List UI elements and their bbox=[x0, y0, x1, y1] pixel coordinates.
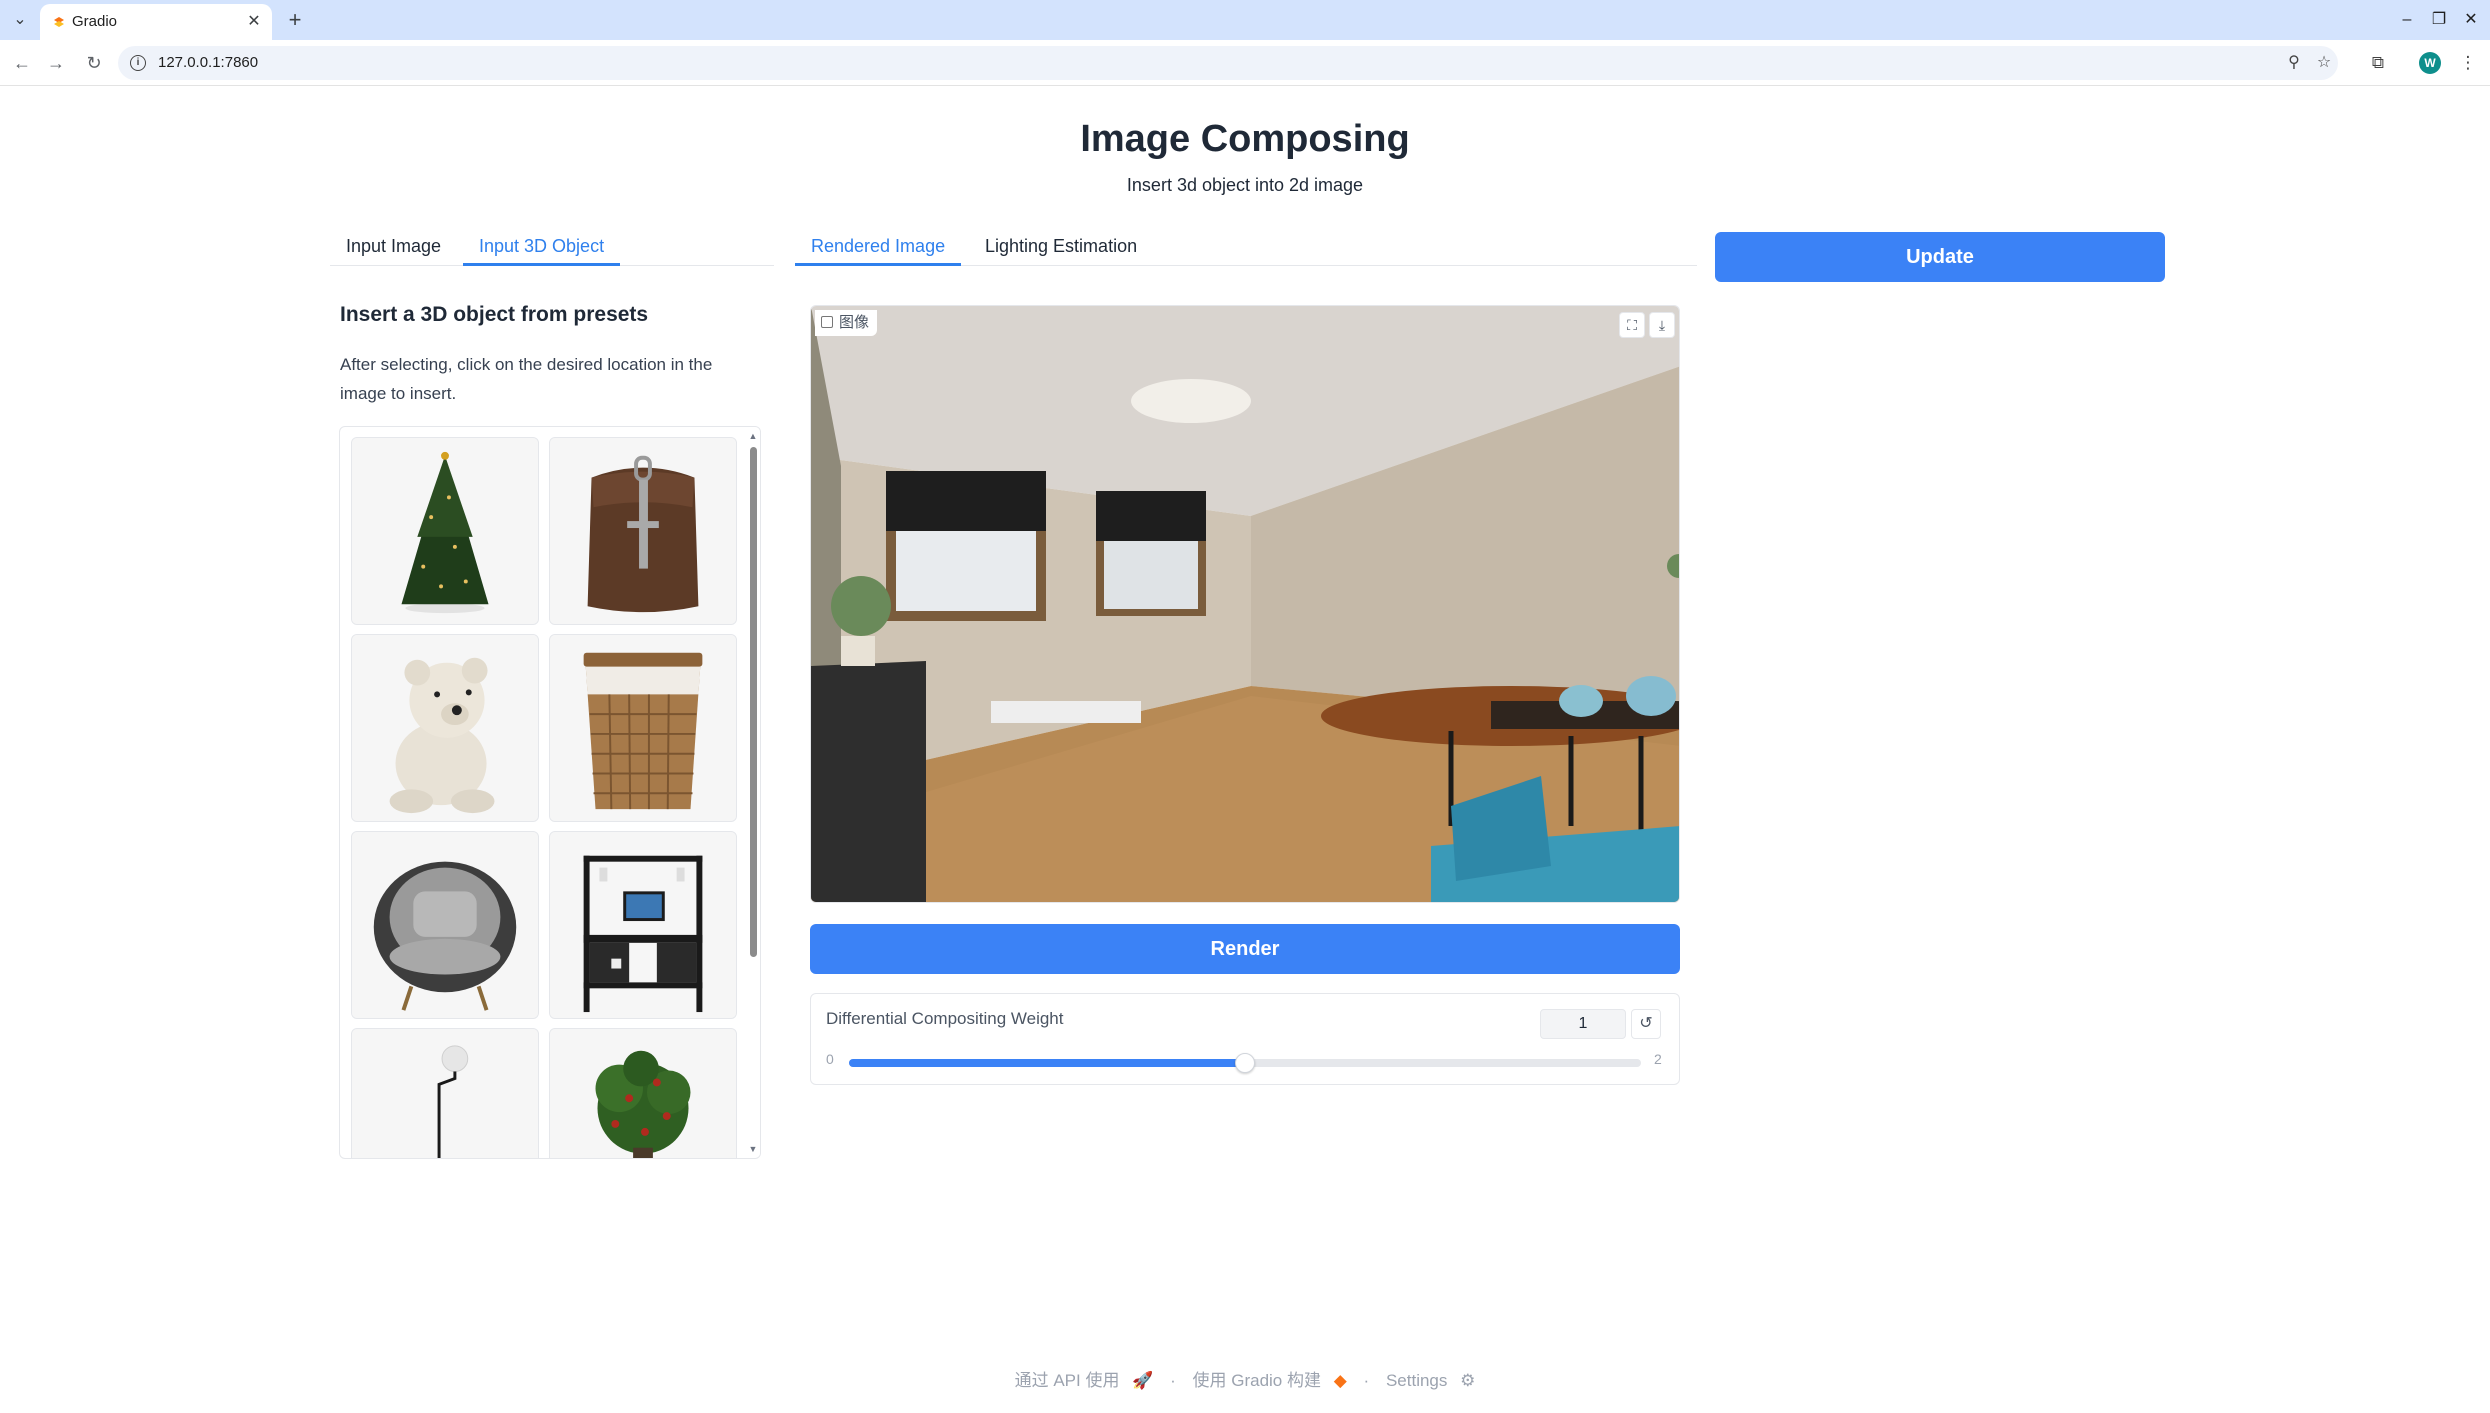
left-tabbar: Input Image Input 3D Object bbox=[330, 226, 774, 266]
presets-description: After selecting, click on the desired lo… bbox=[340, 355, 713, 403]
tab-title: Gradio bbox=[72, 13, 118, 30]
christmas-tree-icon bbox=[352, 438, 538, 624]
footer-settings-text: Settings bbox=[1385, 1371, 1448, 1390]
tab-lighting-estimation[interactable]: Lighting Estimation bbox=[969, 226, 1153, 266]
slider-number-input[interactable]: 1 bbox=[1540, 1009, 1626, 1039]
footer-api-link[interactable]: 通过 API 使用 🚀 bbox=[1011, 1371, 1158, 1390]
browser-tab[interactable]: Gradio ✕ bbox=[40, 4, 272, 40]
middle-tabbar: Rendered Image Lighting Estimation bbox=[795, 226, 1697, 266]
potted-plant-icon bbox=[550, 1029, 736, 1158]
tab-input-image[interactable]: Input Image bbox=[330, 226, 457, 266]
update-button[interactable]: Update bbox=[1715, 232, 2165, 282]
address-bar[interactable]: i 127.0.0.1:7860 ⚲ ☆ bbox=[118, 46, 2338, 80]
slider-handle[interactable] bbox=[1235, 1053, 1255, 1073]
teddy-bear-icon bbox=[352, 635, 538, 821]
image-icon bbox=[821, 316, 833, 328]
rendered-image-panel[interactable]: 图像 ⛶ ⤓ bbox=[810, 305, 1680, 903]
compositing-weight-slider-block: Differential Compositing Weight 1 ↺ 0 2 bbox=[810, 993, 1680, 1085]
settings-gear-icon: ⚙ bbox=[1460, 1371, 1476, 1390]
image-label: 图像 bbox=[815, 310, 878, 336]
slider-label: Differential Compositing Weight bbox=[826, 1009, 1064, 1028]
scroll-up-icon[interactable]: ▲ bbox=[748, 431, 758, 441]
gradio-favicon-icon bbox=[54, 17, 64, 27]
desk-shelf-icon bbox=[550, 832, 736, 1018]
back-icon[interactable]: ← bbox=[8, 49, 36, 77]
fullscreen-icon[interactable]: ⛶ bbox=[1619, 312, 1645, 338]
reset-icon[interactable]: ↺ bbox=[1631, 1009, 1661, 1039]
preset-potted-plant[interactable] bbox=[549, 1028, 737, 1158]
site-info-icon[interactable]: i bbox=[130, 55, 146, 71]
rendered-room-image bbox=[811, 306, 1679, 902]
profile-avatar[interactable]: W bbox=[2419, 52, 2441, 74]
floor-lamp-icon bbox=[352, 1029, 538, 1158]
slider-track[interactable] bbox=[849, 1053, 1641, 1073]
armchair-icon bbox=[352, 832, 538, 1018]
backpack-icon bbox=[550, 438, 736, 624]
tab-input-3d-object[interactable]: Input 3D Object bbox=[463, 226, 621, 266]
reload-icon[interactable]: ↻ bbox=[80, 49, 108, 77]
render-button[interactable]: Render bbox=[810, 924, 1680, 974]
footer-built-text: 使用 Gradio 构建 bbox=[1192, 1371, 1321, 1390]
close-window-icon[interactable]: ✕ bbox=[2456, 6, 2486, 34]
footer-separator: · bbox=[1363, 1371, 1370, 1390]
page-title: Image Composing bbox=[1080, 118, 1410, 160]
url-text[interactable]: 127.0.0.1:7860 bbox=[158, 54, 258, 71]
footer-gradio-link[interactable]: 使用 Gradio 构建 ◆ bbox=[1189, 1371, 1351, 1390]
page-subtitle: Insert 3d object into 2d image bbox=[1126, 175, 1364, 195]
new-tab-icon[interactable]: + bbox=[282, 7, 308, 33]
browser-toolbar: ← → ↻ i 127.0.0.1:7860 ⚲ ☆ ⧉ W ⋮ bbox=[0, 40, 2490, 86]
forward-icon[interactable]: → bbox=[42, 49, 70, 77]
footer: 通过 API 使用 🚀 · 使用 Gradio 构建 ◆ · Settings … bbox=[0, 1366, 2490, 1391]
preset-desk-shelf[interactable] bbox=[549, 831, 737, 1019]
tab-search-icon[interactable]: ⌄ bbox=[8, 8, 32, 32]
close-tab-icon[interactable]: ✕ bbox=[244, 12, 264, 32]
gallery-scrollbar[interactable]: ▲ ▼ bbox=[745, 427, 760, 1158]
menu-kebab-icon[interactable]: ⋮ bbox=[2456, 51, 2480, 75]
slider-max-label: 2 bbox=[1654, 1051, 1662, 1067]
extensions-icon[interactable]: ⧉ bbox=[2366, 51, 2390, 75]
preset-armchair[interactable] bbox=[351, 831, 539, 1019]
footer-api-text: 通过 API 使用 bbox=[1014, 1371, 1120, 1390]
scroll-down-icon[interactable]: ▼ bbox=[748, 1144, 758, 1154]
presets-heading: Insert a 3D object from presets bbox=[340, 303, 649, 326]
presets-gallery: ▲ ▼ bbox=[339, 426, 761, 1159]
restore-icon[interactable]: ❐ bbox=[2424, 6, 2454, 34]
browser-tabstrip: ⌄ Gradio ✕ + – ❐ ✕ bbox=[0, 0, 2490, 40]
gradio-logo-icon: ◆ bbox=[1333, 1371, 1347, 1390]
minimize-icon[interactable]: – bbox=[2392, 6, 2422, 34]
slider-min-label: 0 bbox=[826, 1051, 834, 1067]
gallery-scrollbar-thumb[interactable] bbox=[750, 447, 757, 957]
wicker-basket-icon bbox=[550, 635, 736, 821]
footer-separator: · bbox=[1170, 1371, 1176, 1390]
slider-fill bbox=[849, 1059, 1245, 1067]
preset-backpack[interactable] bbox=[549, 437, 737, 625]
preset-christmas-tree[interactable] bbox=[351, 437, 539, 625]
image-label-text: 图像 bbox=[839, 314, 870, 331]
tab-rendered-image[interactable]: Rendered Image bbox=[795, 226, 962, 266]
preset-wicker-basket[interactable] bbox=[549, 634, 737, 822]
rocket-icon: 🚀 bbox=[1132, 1371, 1154, 1390]
footer-settings-link[interactable]: Settings ⚙ bbox=[1382, 1371, 1479, 1390]
zoom-icon[interactable]: ⚲ bbox=[2284, 53, 2304, 73]
preset-teddy-bear[interactable] bbox=[351, 634, 539, 822]
preset-floor-lamp[interactable] bbox=[351, 1028, 539, 1158]
bookmark-star-icon[interactable]: ☆ bbox=[2314, 53, 2334, 73]
download-icon[interactable]: ⤓ bbox=[1649, 312, 1675, 338]
